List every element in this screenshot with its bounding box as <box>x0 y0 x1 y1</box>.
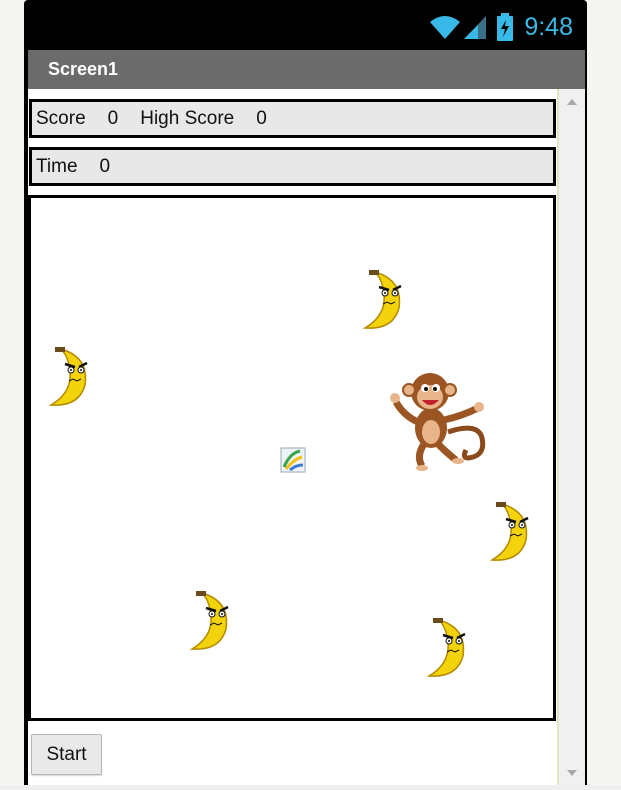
title-bar: Screen1 <box>28 50 585 89</box>
time-label: Time <box>36 155 78 177</box>
image-placeholder-icon <box>280 447 306 473</box>
time-value: 0 <box>99 155 111 177</box>
game-canvas[interactable] <box>28 195 556 721</box>
time-row: Time 0 <box>29 147 556 186</box>
wifi-icon <box>430 16 461 39</box>
banana-sprite[interactable] <box>486 502 534 564</box>
battery-icon <box>497 13 514 41</box>
scroll-down-icon[interactable] <box>567 770 577 776</box>
high-score-value: 0 <box>256 107 267 129</box>
banana-sprite[interactable] <box>423 618 471 680</box>
score-value: 0 <box>107 107 119 129</box>
high-score-label: High Score <box>140 107 235 129</box>
banana-sprite[interactable] <box>359 270 407 332</box>
start-button[interactable]: Start <box>31 734 102 775</box>
score-label: Score <box>36 107 86 129</box>
vertical-scrollbar[interactable] <box>557 89 585 790</box>
scroll-up-icon[interactable] <box>567 99 577 105</box>
bottom-strip <box>0 785 621 790</box>
monkey-sprite[interactable] <box>386 370 486 472</box>
screen-title: Screen1 <box>48 59 119 79</box>
status-bar: 9:48 <box>28 4 585 50</box>
banana-sprite[interactable] <box>186 591 234 653</box>
banana-sprite[interactable] <box>45 347 93 409</box>
signal-icon <box>464 16 487 39</box>
status-time: 9:48 <box>524 12 573 41</box>
score-row: Score 0 High Score 0 <box>29 99 556 138</box>
